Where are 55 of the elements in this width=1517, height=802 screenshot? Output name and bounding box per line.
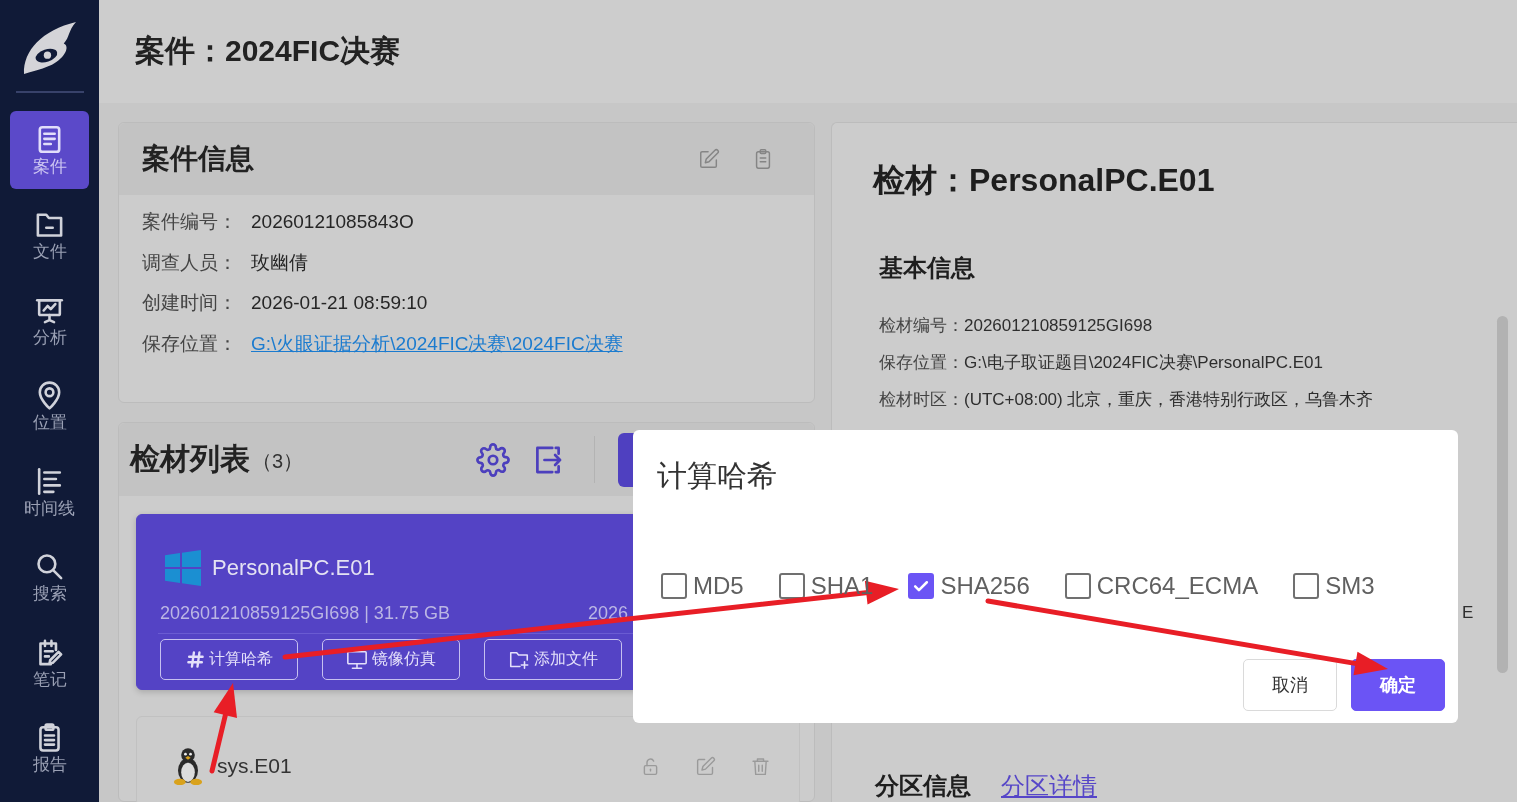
field-value: 2026-01-21 08:59:10	[251, 291, 428, 315]
action-button[interactable]: 镜像仿真	[322, 639, 460, 680]
card-title: 检材列表	[130, 441, 250, 477]
checkbox-label[interactable]: MD5	[693, 569, 744, 603]
field-label: 保存位置：	[879, 353, 964, 372]
field-value: 20260121085843O	[251, 210, 414, 234]
sidebar-item[interactable]: 分析	[10, 282, 89, 360]
checkbox-label[interactable]: SHA256	[940, 569, 1030, 603]
hash-icon	[185, 650, 205, 669]
section-title: 基本信息	[879, 253, 976, 283]
field-label: 检材编号：	[879, 316, 964, 335]
checkbox[interactable]	[908, 573, 935, 599]
checkbox-label[interactable]: SM3	[1325, 569, 1375, 603]
checkbox[interactable]	[661, 573, 687, 599]
windows-logo-icon	[165, 548, 201, 588]
field-label: 创建时间：	[142, 291, 237, 315]
settings-icon[interactable]	[476, 442, 510, 477]
evidence-name: sys.E01	[217, 754, 292, 778]
item-count: （3）	[252, 449, 304, 474]
field-value: (UTC+08:00) 北京，重庆，香港特别行政区，乌鲁木齐	[964, 390, 1374, 409]
sidebar-item[interactable]: 位置	[10, 367, 89, 446]
field-label: 保存位置：	[142, 331, 237, 356]
checkbox[interactable]	[1293, 573, 1320, 599]
dialog-title: 计算哈希	[657, 458, 777, 494]
eye-logo	[22, 21, 77, 75]
checkbox[interactable]	[778, 573, 805, 599]
card-title: 案件信息	[142, 142, 254, 176]
field-value: 202601210859125GI698	[964, 316, 1153, 335]
sidebar-item[interactable]: 时间线	[10, 453, 89, 531]
section-title: 分区信息	[875, 771, 971, 801]
checkbox[interactable]	[1064, 573, 1091, 599]
dialog-button[interactable]: 取消	[1243, 659, 1337, 711]
panel-title: 检材：PersonalPC.E01	[873, 161, 1216, 200]
action-button[interactable]: 添加文件	[484, 639, 622, 680]
field-value: 玫幽倩	[251, 250, 308, 275]
evidence-name: PersonalPC.E01	[212, 555, 375, 581]
sidebar-item[interactable]: 笔记	[10, 624, 89, 702]
evidence-meta: 202601210859125GI698 | 31.75 GB	[160, 602, 451, 625]
monitor-icon	[346, 648, 368, 671]
checkbox-label[interactable]: CRC64_ECMA	[1096, 569, 1259, 603]
field-label: 调查人员：	[142, 250, 237, 275]
page-title: 案件：2024FIC决赛	[135, 33, 401, 69]
search-icon	[34, 551, 65, 582]
field-label: 检材时区：	[879, 390, 964, 409]
sidebar-item[interactable]: 报告	[10, 709, 89, 788]
partition-details-link[interactable]: 分区详情	[1001, 769, 1097, 802]
sidebar-item[interactable]: 文件	[10, 196, 89, 275]
sidebar-item[interactable]: 案件	[10, 111, 89, 189]
field-label: 案件编号：	[142, 210, 237, 234]
scrollbar[interactable]	[1497, 316, 1508, 673]
action-button[interactable]: 计算哈希	[160, 639, 298, 680]
text-fragment: E	[1462, 603, 1474, 622]
dialog-button[interactable]: 确定	[1351, 659, 1445, 711]
field-value: G:\电子取证题目\2024FIC决赛\PersonalPC.E01	[964, 353, 1323, 372]
sidebar-item[interactable]: 搜索	[10, 538, 89, 617]
